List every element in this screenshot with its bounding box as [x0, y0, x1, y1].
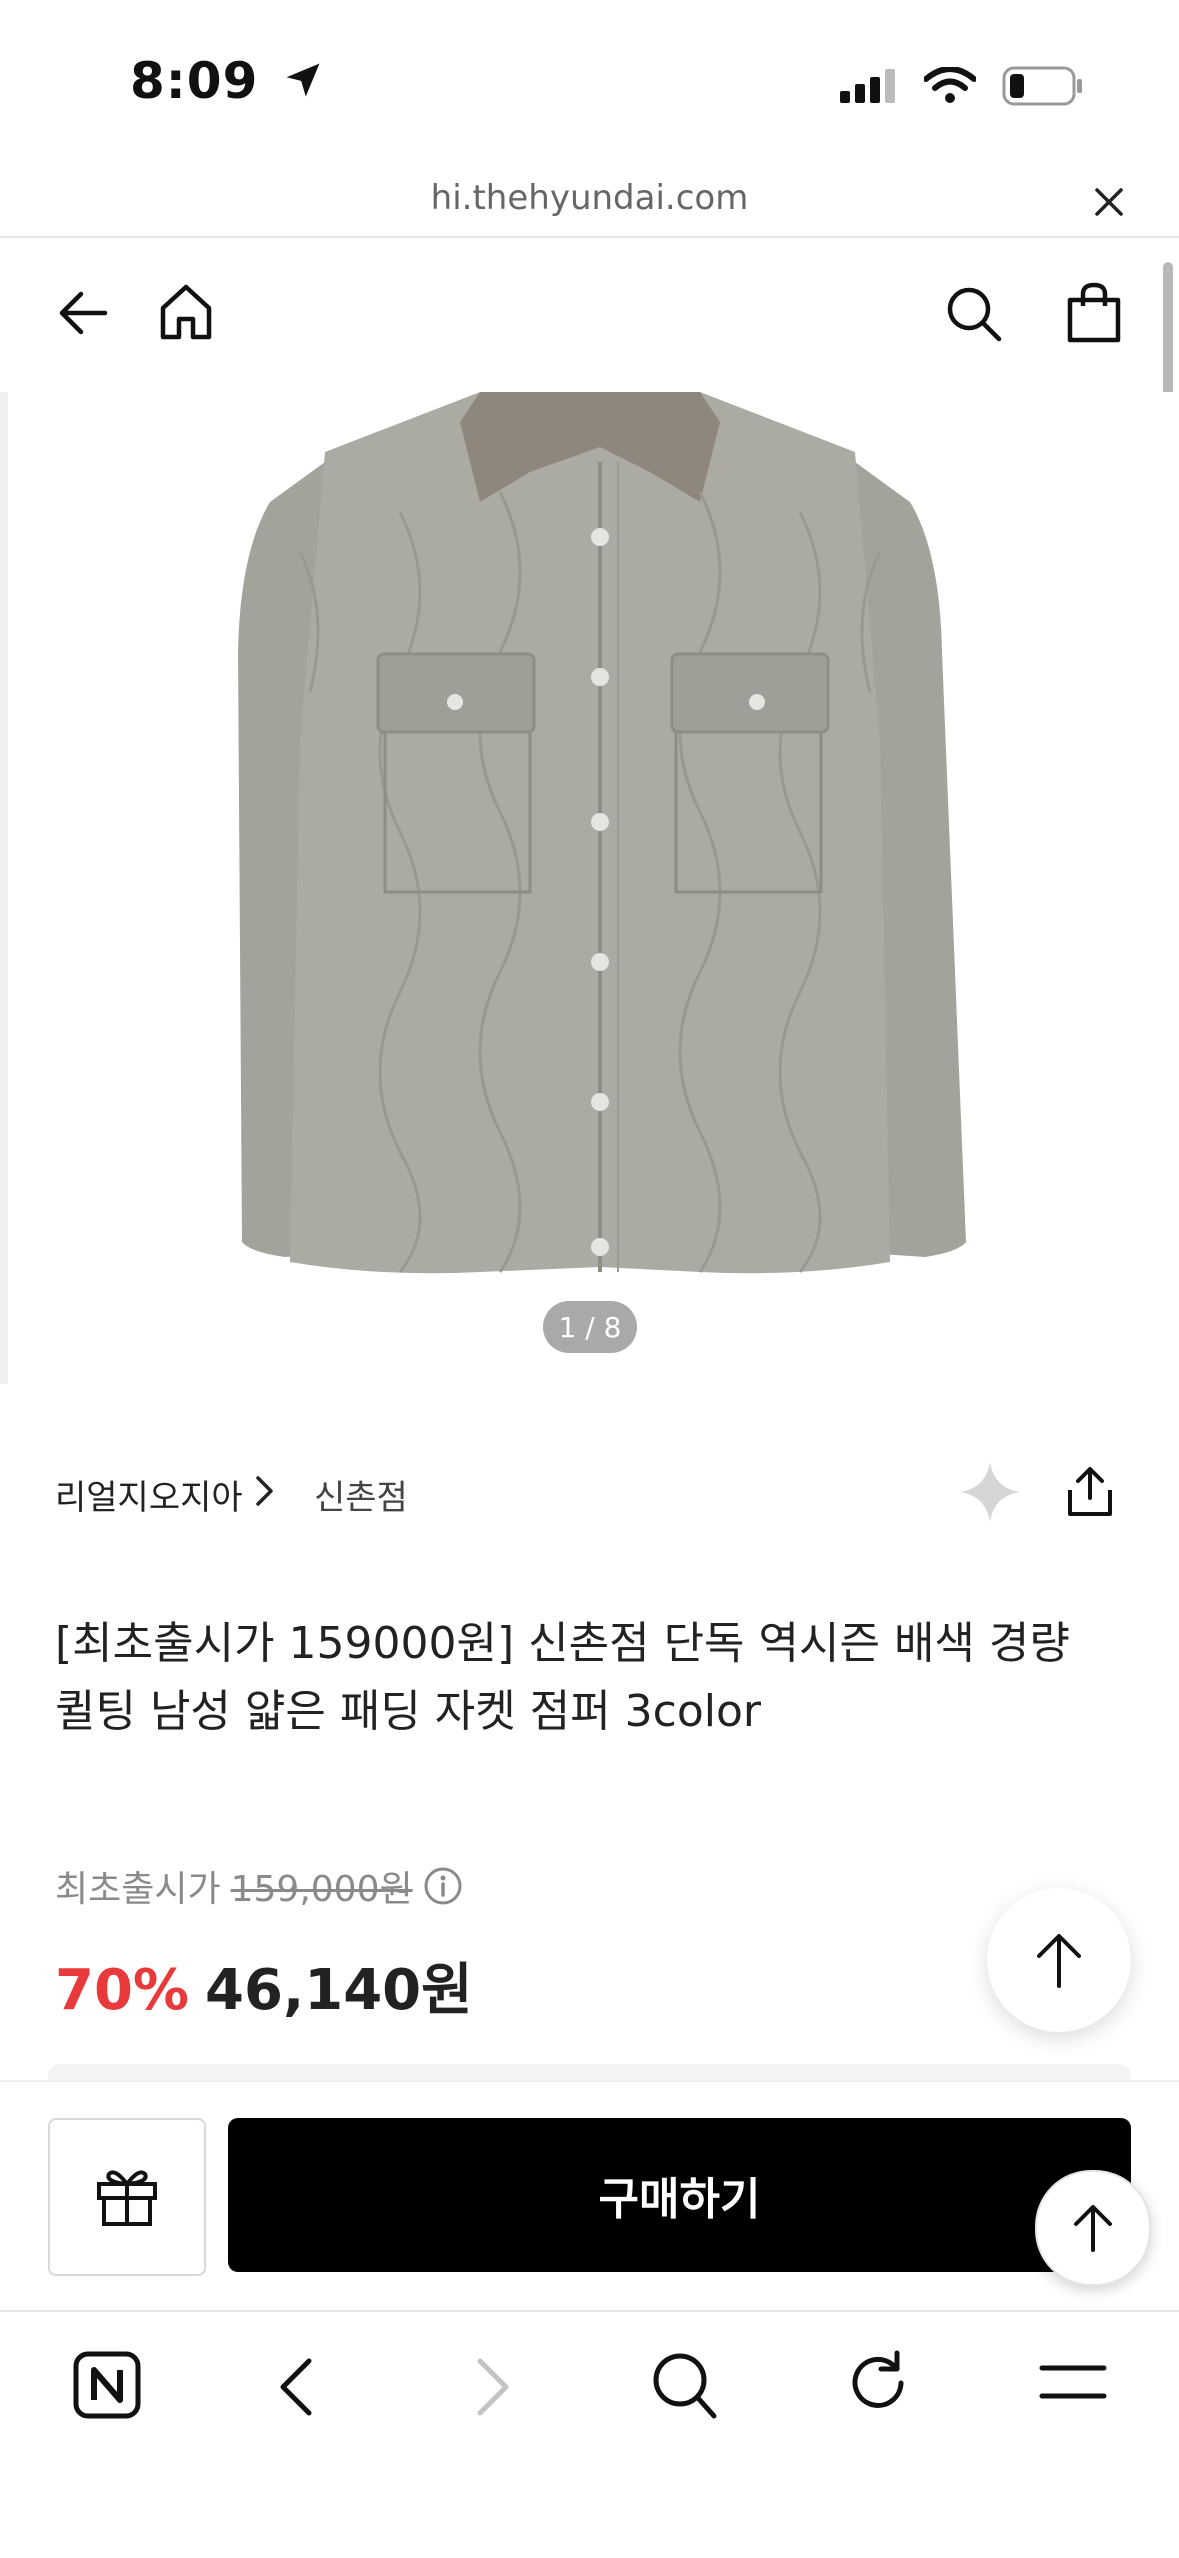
original-price-label: 최초출시가: [55, 1869, 221, 1910]
search-icon[interactable]: [945, 285, 1003, 343]
arrow-up-icon: [1074, 2205, 1112, 2252]
status-icons: [840, 66, 1084, 106]
original-price-row: 최초출시가 159,000원: [55, 1860, 463, 1912]
battery-icon: [1002, 66, 1082, 106]
gift-icon: [97, 2170, 157, 2226]
price-row: 70% 46,140원: [55, 1945, 473, 2026]
chevron-left-icon[interactable]: [275, 2355, 319, 2419]
image-edge: [0, 392, 8, 1384]
original-price: 159,000원: [230, 1869, 413, 1910]
scroll-top-button-secondary[interactable]: [1035, 2170, 1151, 2286]
chevron-right-icon[interactable]: [470, 2355, 514, 2419]
store-link[interactable]: 신촌점: [314, 1470, 408, 1519]
menu-icon[interactable]: [1038, 2360, 1108, 2404]
sale-price: 46,140원: [205, 1958, 473, 2023]
arrow-up-icon: [1037, 1934, 1081, 1988]
naver-n-icon[interactable]: [72, 2350, 142, 2420]
info-icon[interactable]: [423, 1866, 463, 1906]
status-time: 8:09: [130, 52, 325, 110]
gallery-counter: 1 / 8: [543, 1301, 637, 1353]
back-arrow-icon[interactable]: [55, 285, 111, 341]
shopping-bag-icon[interactable]: [1066, 282, 1122, 344]
location-arrow-icon: [286, 63, 320, 97]
buy-button[interactable]: 구매하기: [228, 2118, 1131, 2272]
signal-icon: [840, 69, 895, 103]
share-icon[interactable]: [1066, 1466, 1114, 1518]
search-icon[interactable]: [650, 2350, 718, 2420]
url-text[interactable]: hi.thehyundai.com: [0, 178, 1179, 218]
browser-toolbar: [0, 2310, 1179, 2558]
chevron-right-icon: [256, 1476, 273, 1506]
scroll-top-button[interactable]: [987, 1888, 1131, 2032]
reload-icon[interactable]: [845, 2350, 911, 2416]
jacket-illustration: [238, 392, 966, 1274]
discount-rate: 70%: [55, 1958, 190, 2023]
brand-link[interactable]: 리얼지오지아: [55, 1470, 243, 1519]
product-title: [최초출시가 159000원] 신촌점 단독 역시즌 배색 경량 퀼팅 남성 얇…: [55, 1618, 1070, 1737]
gift-button[interactable]: [48, 2118, 206, 2276]
home-icon[interactable]: [158, 283, 214, 341]
wifi-icon: [924, 67, 976, 103]
product-image[interactable]: [0, 392, 1179, 1384]
close-icon[interactable]: [1089, 182, 1129, 222]
sparkle-icon[interactable]: [958, 1460, 1022, 1524]
